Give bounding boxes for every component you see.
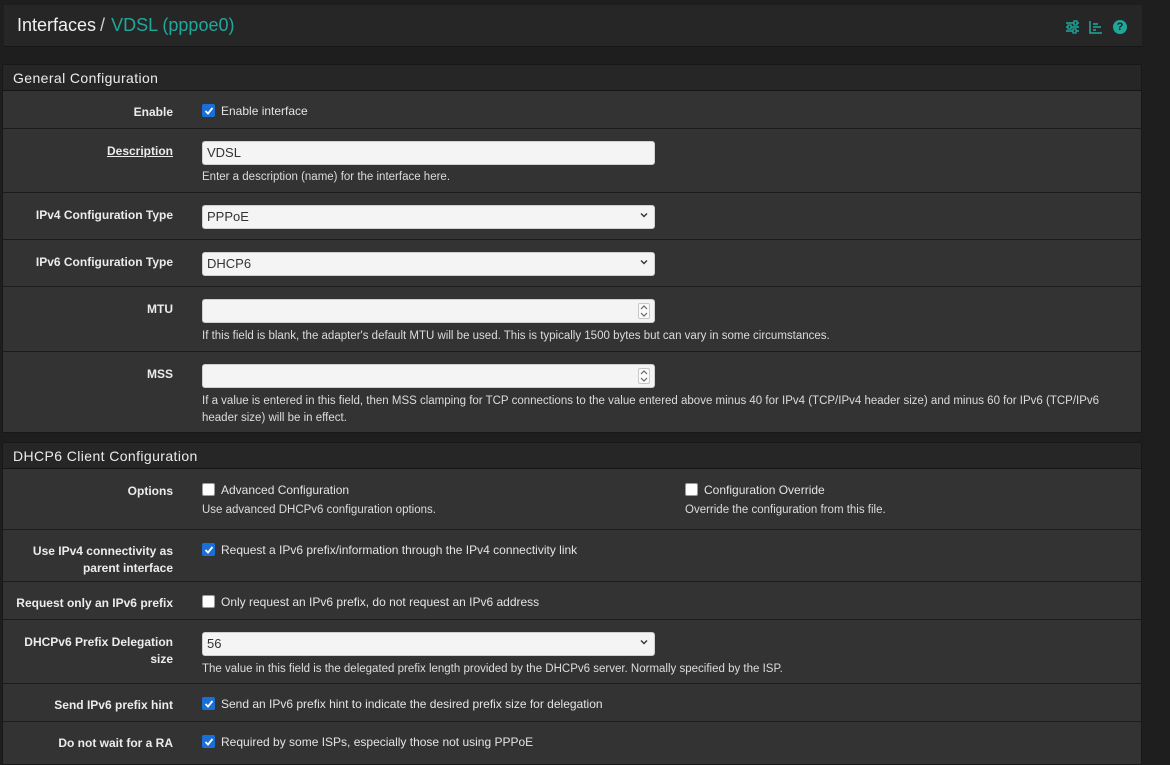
ipv4-type-value: PPPoE [207,209,249,224]
general-configuration-panel: General Configuration Enable Enable inte… [2,64,1142,433]
checkbox-unchecked-icon[interactable] [202,595,215,609]
chart-icon[interactable] [1088,19,1104,35]
breadcrumb: Interfaces / VDSL (pppoe0) [17,15,234,36]
configuration-override-help: Override the configuration from this fil… [685,504,886,517]
request-prefix-only-label: Request only an IPv6 prefix [16,596,173,610]
ipv6-type-value: DHCP6 [207,256,252,271]
checkbox-unchecked-icon[interactable] [202,483,215,497]
label-line-2: parent interface [82,561,173,575]
sliders-icon[interactable] [1064,19,1080,35]
help-glyph: ? [1113,20,1127,34]
prefix-delegation-size-help: The value in this field is the delegated… [202,663,783,675]
label-line-1: DHCPv6 Prefix Delegation [24,635,173,649]
checkbox-checked-icon[interactable] [202,697,215,711]
spinner-icon[interactable] [638,368,650,384]
enable-interface-label: Enable interface [221,104,308,118]
send-prefix-hint-checkbox[interactable]: Send an IPv6 prefix hint to indicate the… [202,697,603,711]
breadcrumb-interfaces[interactable]: Interfaces [17,15,96,35]
use-ipv4-connectivity-text: Request a IPv6 prefix/information throug… [221,543,578,557]
mtu-row: MTU If this field is blank, the adapter'… [3,287,1141,352]
chevron-down-icon [640,213,648,218]
do-not-wait-ra-checkbox[interactable]: Required by some ISPs, especially those … [202,735,533,749]
checkbox-unchecked-icon[interactable] [685,483,698,497]
options-row: Options Advanced Configuration Use advan… [3,469,1141,530]
description-help: Enter a description (name) for the inter… [202,171,451,183]
send-prefix-hint-row: Send IPv6 prefix hint Send an IPv6 prefi… [3,684,1141,722]
ipv4-type-select[interactable]: PPPoE [202,205,655,229]
send-prefix-hint-label: Send IPv6 prefix hint [54,698,173,712]
mss-input[interactable] [202,364,655,388]
prefix-delegation-size-label: DHCPv6 Prefix Delegation size [3,634,173,668]
advanced-configuration-checkbox[interactable]: Advanced Configuration [202,483,436,497]
checkbox-checked-icon[interactable] [202,543,215,557]
do-not-wait-ra-text: Required by some ISPs, especially those … [221,735,534,749]
request-prefix-only-checkbox[interactable]: Only request an IPv6 prefix, do not requ… [202,595,539,609]
checkbox-checked-icon[interactable] [202,104,215,118]
mss-row: MSS If a value is entered in this field,… [3,352,1141,433]
mss-label: MSS [146,367,173,381]
chevron-down-icon [640,640,648,645]
breadcrumb-separator: / [100,15,106,35]
configuration-override-checkbox[interactable]: Configuration Override [685,483,886,497]
description-label[interactable]: Description [3,143,173,160]
panel-title: DHCP6 Client Configuration [3,443,1141,469]
mtu-input[interactable] [202,299,655,323]
advanced-configuration-help: Use advanced DHCPv6 configuration option… [202,504,436,517]
chevron-down-icon [640,260,648,265]
enable-interface-checkbox[interactable]: Enable interface [202,104,308,118]
enable-label: Enable [133,105,173,119]
use-ipv4-connectivity-checkbox[interactable]: Request a IPv6 prefix/information throug… [202,543,577,557]
ipv4-type-row: IPv4 Configuration Type PPPoE [3,193,1141,240]
dhcp6-client-configuration-panel: DHCP6 Client Configuration Options Advan… [2,442,1142,765]
ipv6-type-row: IPv6 Configuration Type DHCP6 [3,240,1141,287]
mss-help: If a value is entered in this field, the… [202,395,1100,424]
spinner-icon[interactable] [638,303,650,319]
prefix-delegation-size-row: DHCPv6 Prefix Delegation size 56 The val… [3,620,1141,684]
checkbox-checked-icon[interactable] [202,735,215,749]
page-header: Interfaces / VDSL (pppoe0) ? [4,5,1142,47]
use-ipv4-connectivity-label: Use IPv4 connectivity as parent interfac… [3,543,173,577]
mtu-help: If this field is blank, the adapter's de… [202,330,830,342]
use-ipv4-connectivity-row: Use IPv4 connectivity as parent interfac… [3,530,1141,582]
ipv6-type-select[interactable]: DHCP6 [202,252,655,276]
request-prefix-only-text: Only request an IPv6 prefix, do not requ… [221,595,540,609]
options-label: Options [127,484,173,498]
description-input[interactable]: VDSL [202,141,655,165]
prefix-delegation-size-select[interactable]: 56 [202,632,655,656]
ipv4-type-label: IPv4 Configuration Type [35,208,173,222]
do-not-wait-ra-label: Do not wait for a RA [58,736,173,750]
ipv6-type-label: IPv6 Configuration Type [35,255,173,269]
advanced-configuration-label: Advanced Configuration [221,483,350,497]
label-line-1: Use IPv4 connectivity as [32,544,173,558]
prefix-delegation-size-value: 56 [207,636,222,651]
configuration-override-label: Configuration Override [704,483,825,497]
label-line-2: size [150,652,173,666]
send-prefix-hint-text: Send an IPv6 prefix hint to indicate the… [221,697,603,711]
enable-row: Enable Enable interface [3,91,1141,129]
request-prefix-only-row: Request only an IPv6 prefix Only request… [3,582,1141,620]
help-icon[interactable]: ? [1112,19,1128,35]
breadcrumb-current[interactable]: VDSL (pppoe0) [111,15,234,35]
description-row: Description VDSL Enter a description (na… [3,129,1141,193]
panel-title: General Configuration [3,65,1141,91]
mtu-label: MTU [147,302,173,316]
do-not-wait-ra-row: Do not wait for a RA Required by some IS… [3,722,1141,762]
